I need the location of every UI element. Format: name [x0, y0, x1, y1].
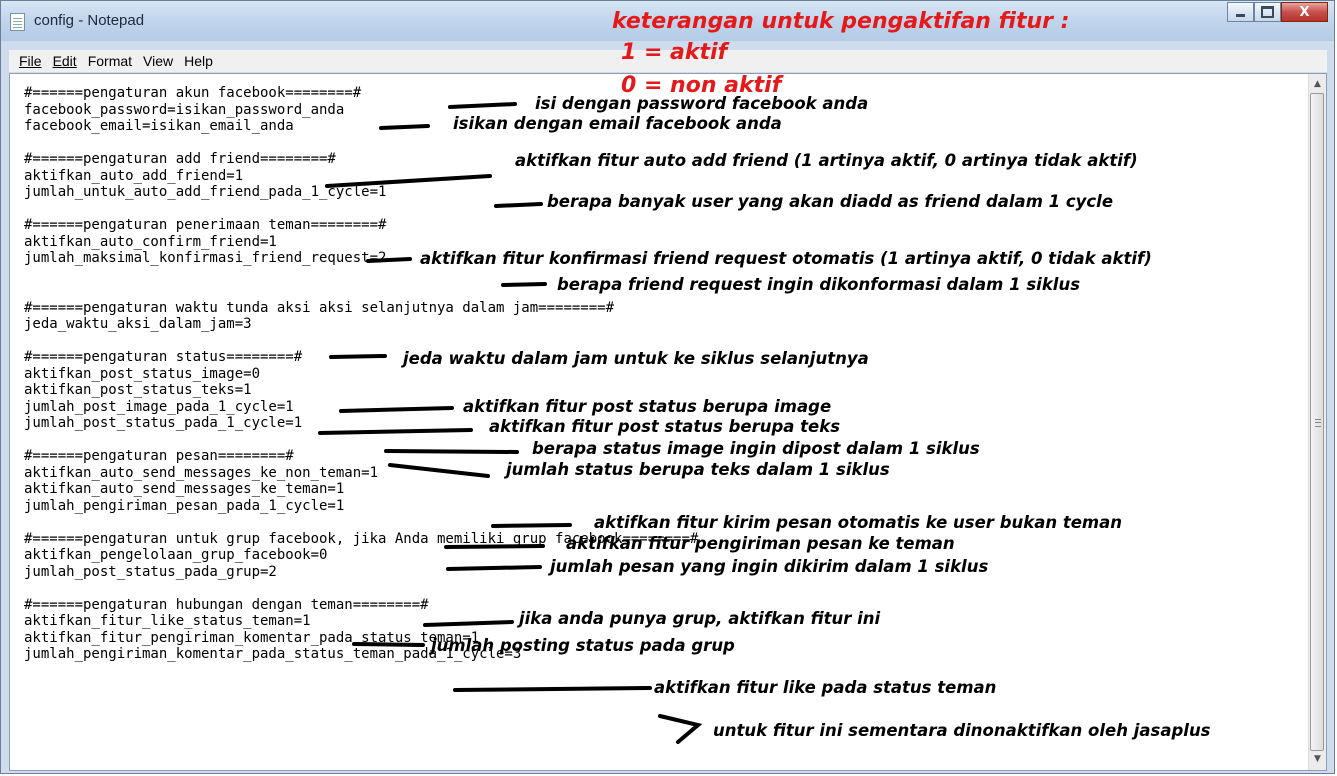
window-controls: X — [1227, 2, 1328, 24]
header-line-2: 1 = aktif — [621, 40, 728, 65]
window-title: config - Notepad — [34, 12, 145, 29]
menu-format[interactable]: Format — [88, 53, 132, 69]
note-group: jika anda punya grup, aktifkan fitur ini — [519, 609, 881, 628]
note-post-text: aktifkan fitur post status berupa teks — [489, 417, 841, 436]
note-like: aktifkan fitur like pada status teman — [654, 678, 997, 697]
minimize-button[interactable] — [1227, 2, 1254, 22]
menu-help-label: Help — [184, 53, 213, 69]
close-button[interactable]: X — [1281, 2, 1328, 22]
maximize-button[interactable] — [1254, 2, 1281, 22]
note-auto-confirm: aktifkan fitur konfirmasi friend request… — [420, 249, 1152, 268]
notepad-icon[interactable] — [10, 13, 25, 31]
menu-view[interactable]: View — [143, 53, 173, 69]
note-add-count: berapa banyak user yang akan diadd as fr… — [547, 192, 1114, 211]
note-comment-disabled: untuk fitur ini sementara dinonaktifkan … — [713, 721, 1211, 740]
header-line-1: keterangan untuk pengaktifan fitur : — [612, 9, 1070, 34]
note-delay: jeda waktu dalam jam untuk ke siklus sel… — [403, 349, 869, 368]
note-email: isikan dengan email facebook anda — [453, 114, 782, 133]
menu-edit[interactable]: Edit — [53, 53, 77, 69]
scroll-thumb[interactable] — [1310, 93, 1324, 751]
menu-file-label: File — [19, 53, 42, 69]
note-msg-friend: aktifkan fitur pengiriman pesan ke teman — [566, 534, 955, 553]
scroll-down-icon[interactable]: ▼ — [1309, 751, 1326, 768]
note-post-image: aktifkan fitur post status berupa image — [463, 397, 832, 416]
menu-file[interactable]: File — [19, 53, 42, 69]
note-status-count: jumlah status berupa teks dalam 1 siklus — [506, 460, 890, 479]
note-group-count: jumlah posting status pada grup — [431, 636, 735, 655]
note-image-count: berapa status image ingin dipost dalam 1… — [532, 439, 980, 458]
vertical-scrollbar[interactable]: ▲ ▼ — [1308, 74, 1326, 770]
note-msg-non-friend: aktifkan fitur kirim pesan otomatis ke u… — [594, 513, 1122, 532]
note-confirm-count: berapa friend request ingin dikonformasi… — [557, 275, 1081, 294]
menu-view-label: View — [143, 53, 174, 69]
scroll-up-icon[interactable]: ▲ — [1309, 76, 1326, 93]
menu-edit-label: Edit — [52, 53, 77, 69]
grip-icon — [1315, 419, 1321, 427]
note-password: isi dengan password facebook anda — [535, 94, 869, 113]
note-auto-add: aktifkan fitur auto add friend (1 artiny… — [515, 151, 1138, 170]
note-msg-count: jumlah pesan yang ingin dikirim dalam 1 … — [550, 557, 989, 576]
menu-help[interactable]: Help — [184, 53, 213, 69]
menu-format-label: Format — [87, 53, 133, 69]
